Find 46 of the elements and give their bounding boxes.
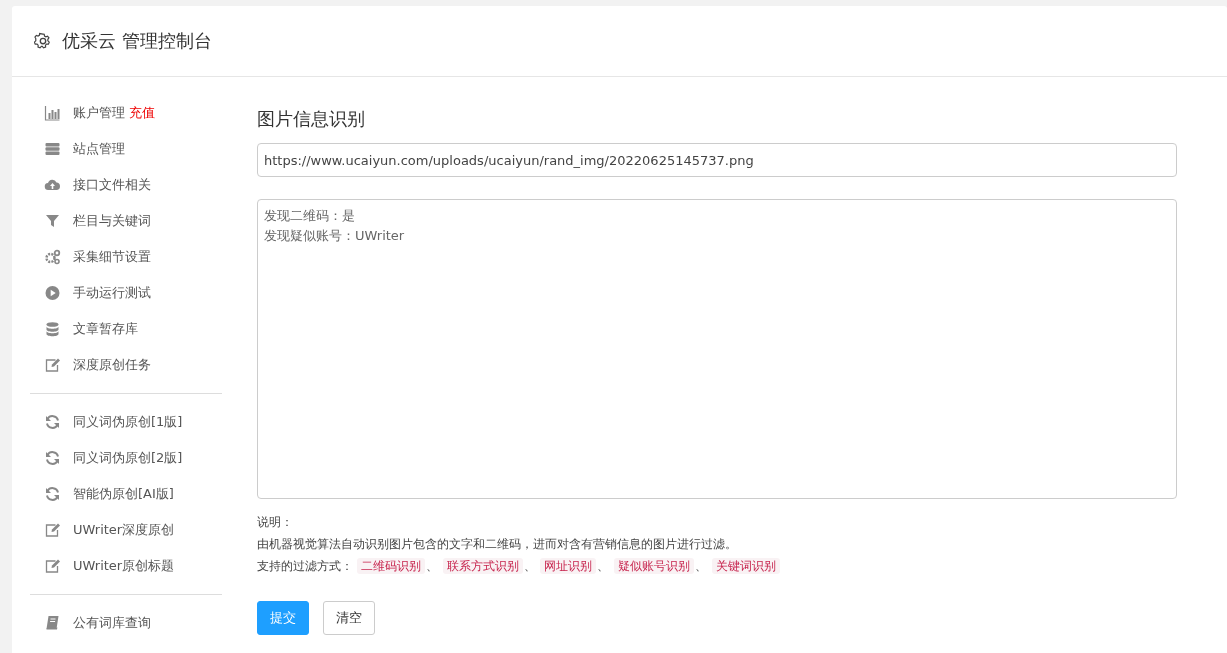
bar-icon — [44, 105, 61, 121]
edit-icon — [44, 357, 61, 373]
sidebar-item[interactable]: 同义词伪原创[1版] — [73, 413, 183, 431]
sidebar-item[interactable]: 接口文件相关 — [73, 176, 151, 194]
url-input-field[interactable]: https://www.ucaiyun.com/uploads/ucaiyun/rand_img/20220625145737.png — [257, 143, 1177, 177]
settings-icon — [34, 32, 52, 50]
sidebar-item[interactable]: 同义词伪原创[2版] — [73, 449, 183, 467]
sidebar-item[interactable]: 文章暂存库 — [73, 320, 138, 338]
notes-heading: 说明： — [257, 514, 294, 531]
sidebar-item[interactable]: 智能伪原创[AI版] — [73, 485, 174, 503]
refresh-icon — [44, 486, 61, 502]
filter-method-tag: 关键词识别 — [712, 558, 781, 574]
sidebar-item[interactable]: 站点管理 — [73, 140, 125, 158]
filter-method-tag: 二维码识别 — [356, 558, 425, 574]
book-icon — [44, 615, 61, 631]
console-title: 优采云 管理控制台 — [62, 29, 212, 53]
db-icon — [44, 321, 61, 337]
separator-text: 、 — [695, 559, 708, 573]
separator-text: 、 — [597, 559, 610, 573]
result-text-area[interactable]: 发现二维码：是 发现疑似账号：UWriter — [257, 199, 1177, 499]
separator-text: 、 — [425, 559, 438, 573]
sidebar-item[interactable]: 栏目与关键词 — [73, 212, 151, 230]
sidebar-item[interactable]: 账户管理 — [73, 104, 125, 122]
filter-icon — [44, 213, 61, 229]
filter-method-tag: 联系方式识别 — [442, 558, 523, 574]
refresh-icon — [44, 450, 61, 466]
sidebar-item[interactable]: UWriter原创标题 — [73, 557, 175, 575]
filter-method-tag: 网址识别 — [540, 558, 597, 574]
sidebar-item[interactable]: 手动运行测试 — [73, 284, 151, 302]
sidebar-item[interactable]: 采集细节设置 — [73, 248, 151, 266]
edit-icon — [44, 522, 61, 538]
recharge-link[interactable]: 充值 — [129, 104, 155, 122]
filter-method-tag: 疑似账号识别 — [614, 558, 695, 574]
sidebar-item[interactable]: 深度原创任务 — [73, 356, 151, 374]
methods-label: 支持的过滤方式： — [257, 559, 353, 573]
play-icon — [44, 285, 61, 301]
description-text: 由机器视觉算法自动识别图片包含的文字和二维码，进而对含有营销信息的图片进行过滤。 — [257, 536, 738, 553]
separator-text: 、 — [523, 559, 536, 573]
section-title: 图片信息识别 — [257, 107, 366, 131]
server-icon — [44, 141, 61, 157]
cloud-icon — [44, 177, 61, 193]
sidebar-item[interactable]: UWriter深度原创 — [73, 521, 175, 539]
refresh-icon — [44, 414, 61, 430]
sidebar-item[interactable]: 公有词库查询 — [73, 614, 151, 632]
clear-button[interactable]: 清空 — [323, 601, 375, 635]
edit-icon — [44, 558, 61, 574]
